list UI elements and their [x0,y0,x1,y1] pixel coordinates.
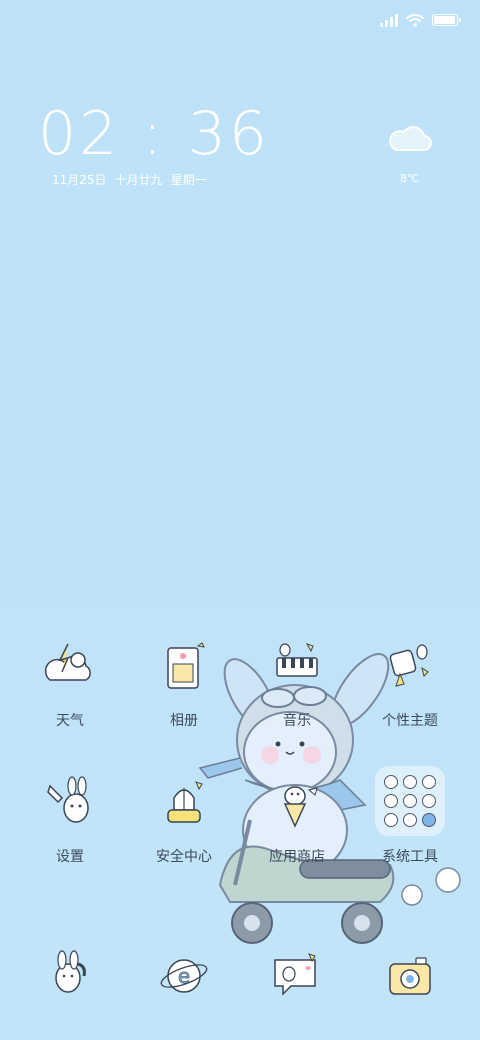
dock-messages[interactable] [247,948,347,1004]
app-label: 音乐 [283,713,311,729]
app-music[interactable]: 音乐 [247,640,347,730]
date-text: 11月25日 [52,173,107,187]
battery-icon [432,14,461,26]
folder-system-tools[interactable]: 系统工具 [360,766,460,866]
cloud-icon[interactable] [386,120,432,154]
weather-app-icon [44,643,91,681]
security-app-icon [167,781,203,823]
app-label: 系统工具 [382,849,438,865]
dock-camera[interactable] [360,948,460,1004]
app-label: 应用商店 [269,849,325,865]
messages-app-icon [274,953,316,996]
dock-phone[interactable] [20,948,120,1004]
settings-app-icon [47,776,89,823]
dock-browser[interactable]: e [134,948,234,1004]
app-store-icon [283,786,318,828]
themes-app-icon [389,644,429,687]
app-gallery[interactable]: 相册 [134,640,234,730]
app-label: 个性主题 [382,713,438,729]
app-label: 安全中心 [156,849,212,865]
weather-temperature[interactable]: 8℃ [400,172,419,185]
battery-level [434,16,455,24]
clock-date[interactable]: 11月25日 十月廿九 星期一 [52,171,207,188]
status-bar [380,8,461,32]
app-label: 相册 [170,713,198,729]
system-tools-folder-icon [375,766,445,836]
browser-app-icon: e [160,959,208,993]
app-label: 设置 [56,849,84,865]
lunar-date-text: 十月廿九 [114,173,163,187]
wifi-icon [406,14,424,27]
app-label: 天气 [56,713,84,729]
app-weather[interactable]: 天气 [20,640,120,730]
clock-time[interactable]: 02 : 36 [38,104,270,164]
home-screen: 02 : 36 11月25日 十月廿九 星期一 8℃ 天气 相册 音乐 个性主题… [0,0,480,1040]
app-settings[interactable]: 设置 [20,776,120,866]
phone-app-icon [55,950,86,993]
app-security-center[interactable]: 安全中心 [134,776,234,866]
gallery-app-icon [167,642,205,689]
app-themes[interactable]: 个性主题 [360,640,460,730]
weekday-text: 星期一 [170,173,207,187]
app-store[interactable]: 应用商店 [247,776,347,866]
signal-icon [380,13,398,27]
music-app-icon [276,643,318,677]
camera-app-icon [389,957,431,995]
